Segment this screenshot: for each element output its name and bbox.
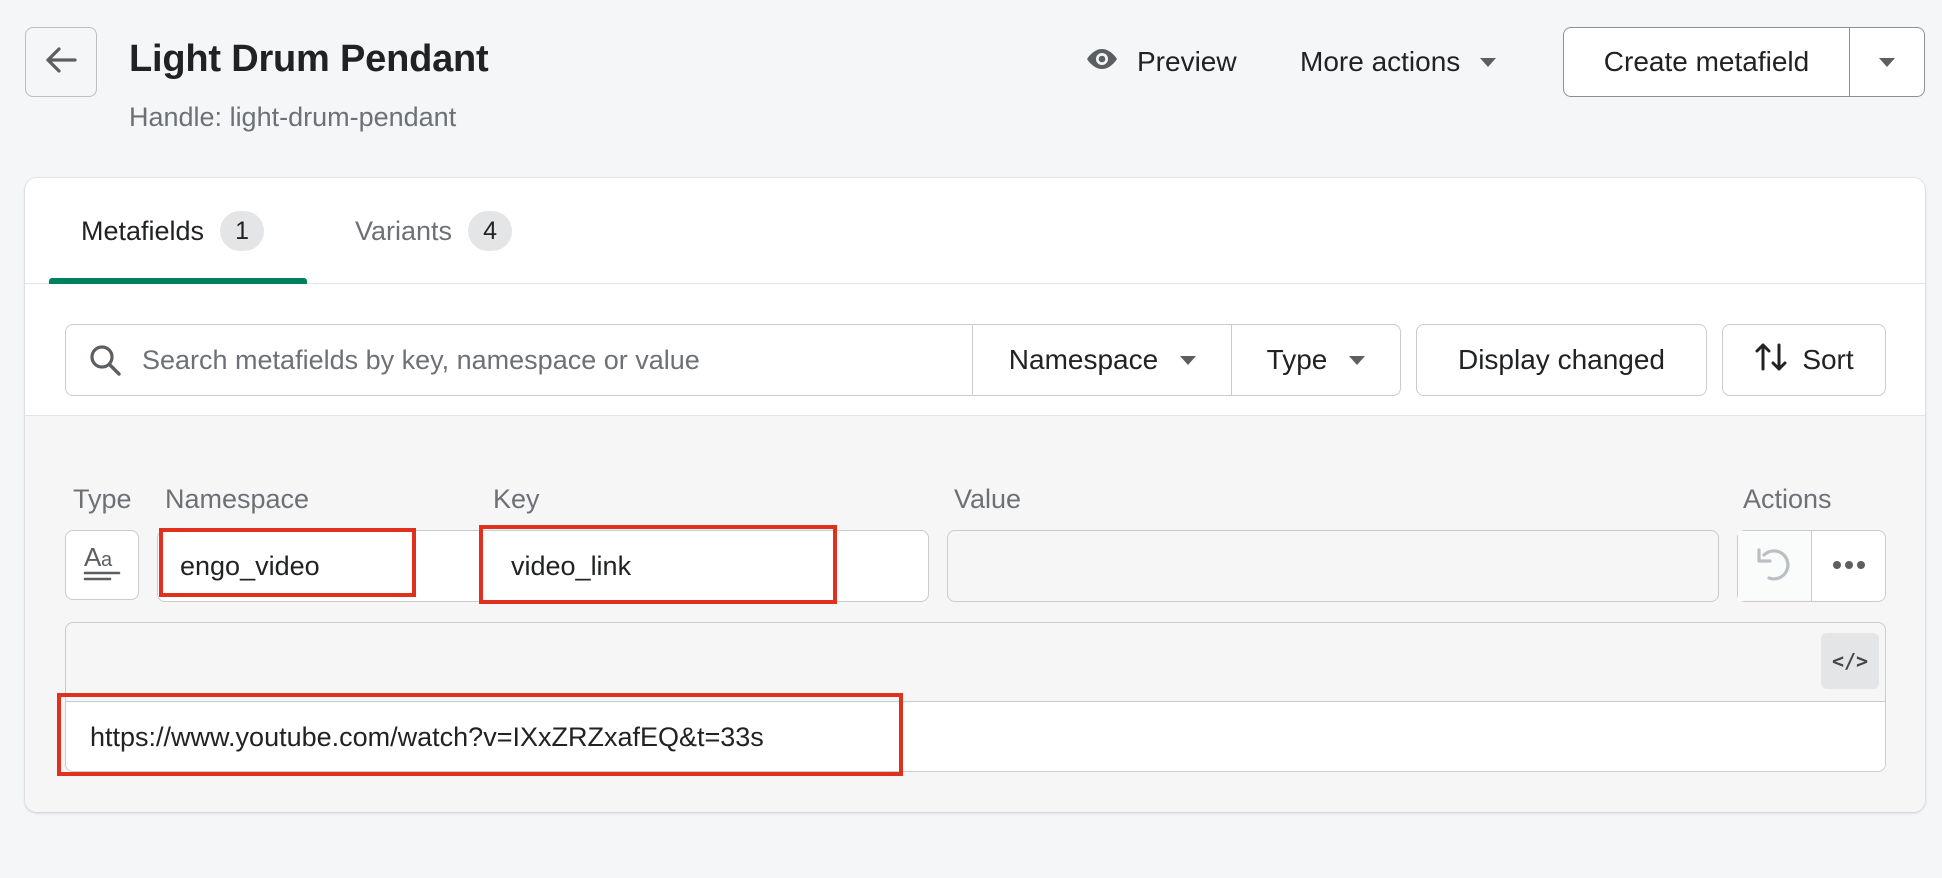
editor-value-input[interactable]: https://www.youtube.com/watch?v=IXxZRZxa… xyxy=(66,701,1885,771)
create-metafield-button[interactable]: Create metafield xyxy=(1564,28,1850,96)
caret-down-icon xyxy=(1180,355,1197,365)
tab-label: Variants xyxy=(355,215,453,246)
undo-icon xyxy=(1755,544,1795,589)
page-title: Light Drum Pendant xyxy=(129,38,489,80)
back-button[interactable] xyxy=(25,27,97,97)
column-header-key: Key xyxy=(493,484,540,514)
code-view-toggle[interactable]: </> xyxy=(1821,633,1879,689)
column-header-namespace: Namespace xyxy=(165,484,310,514)
more-actions-label: More actions xyxy=(1300,46,1461,77)
search-field[interactable] xyxy=(65,324,973,396)
caret-down-icon xyxy=(1480,57,1497,67)
create-metafield-dropdown[interactable] xyxy=(1850,28,1924,96)
tab-variants[interactable]: Variants 4 xyxy=(355,178,513,284)
more-actions-button[interactable]: More actions xyxy=(1300,40,1497,84)
preview-label: Preview xyxy=(1137,46,1237,77)
sort-label: Sort xyxy=(1802,344,1854,375)
tab-label: Metafields xyxy=(81,215,205,246)
value-field[interactable] xyxy=(947,530,1719,602)
more-options-button[interactable] xyxy=(1812,531,1885,601)
column-header-type: Type xyxy=(73,484,132,514)
product-handle: Handle: light-drum-pendant xyxy=(129,102,457,132)
text-type-icon: A a xyxy=(82,542,122,589)
svg-text:A: A xyxy=(84,542,102,572)
namespace-field[interactable]: engo_video xyxy=(157,530,481,602)
undo-button[interactable] xyxy=(1738,531,1812,601)
display-changed-button[interactable]: Display changed xyxy=(1416,324,1707,396)
row-actions xyxy=(1737,530,1886,602)
create-metafield-group: Create metafield xyxy=(1563,27,1925,97)
search-input[interactable] xyxy=(142,344,972,376)
search-icon xyxy=(88,343,122,377)
namespace-filter-label: Namespace xyxy=(1008,344,1159,375)
eye-icon xyxy=(1085,46,1119,78)
tab-count-badge: 1 xyxy=(220,211,265,251)
value-editor: </> https://www.youtube.com/watch?v=IXxZ… xyxy=(65,622,1886,772)
arrow-left-icon xyxy=(44,46,78,79)
svg-text:a: a xyxy=(101,549,113,571)
column-header-actions: Actions xyxy=(1743,484,1832,514)
preview-button[interactable]: Preview xyxy=(1085,40,1237,84)
key-field[interactable]: video_link xyxy=(480,530,929,602)
type-selector-button[interactable]: A a xyxy=(65,530,139,600)
type-filter-label: Type xyxy=(1266,344,1328,375)
horizontal-dots-icon xyxy=(1832,557,1866,575)
sort-arrows-icon xyxy=(1754,341,1788,380)
tab-bar: Metafields 1 Variants 4 xyxy=(25,178,1925,284)
namespace-filter-button[interactable]: Namespace xyxy=(973,324,1233,396)
column-header-value: Value xyxy=(954,484,1022,514)
tab-metafields[interactable]: Metafields 1 xyxy=(81,178,265,284)
sort-button[interactable]: Sort xyxy=(1722,324,1886,396)
caret-down-icon xyxy=(1879,57,1895,67)
tab-count-badge: 4 xyxy=(468,211,513,251)
type-filter-button[interactable]: Type xyxy=(1231,324,1401,396)
caret-down-icon xyxy=(1349,355,1366,365)
